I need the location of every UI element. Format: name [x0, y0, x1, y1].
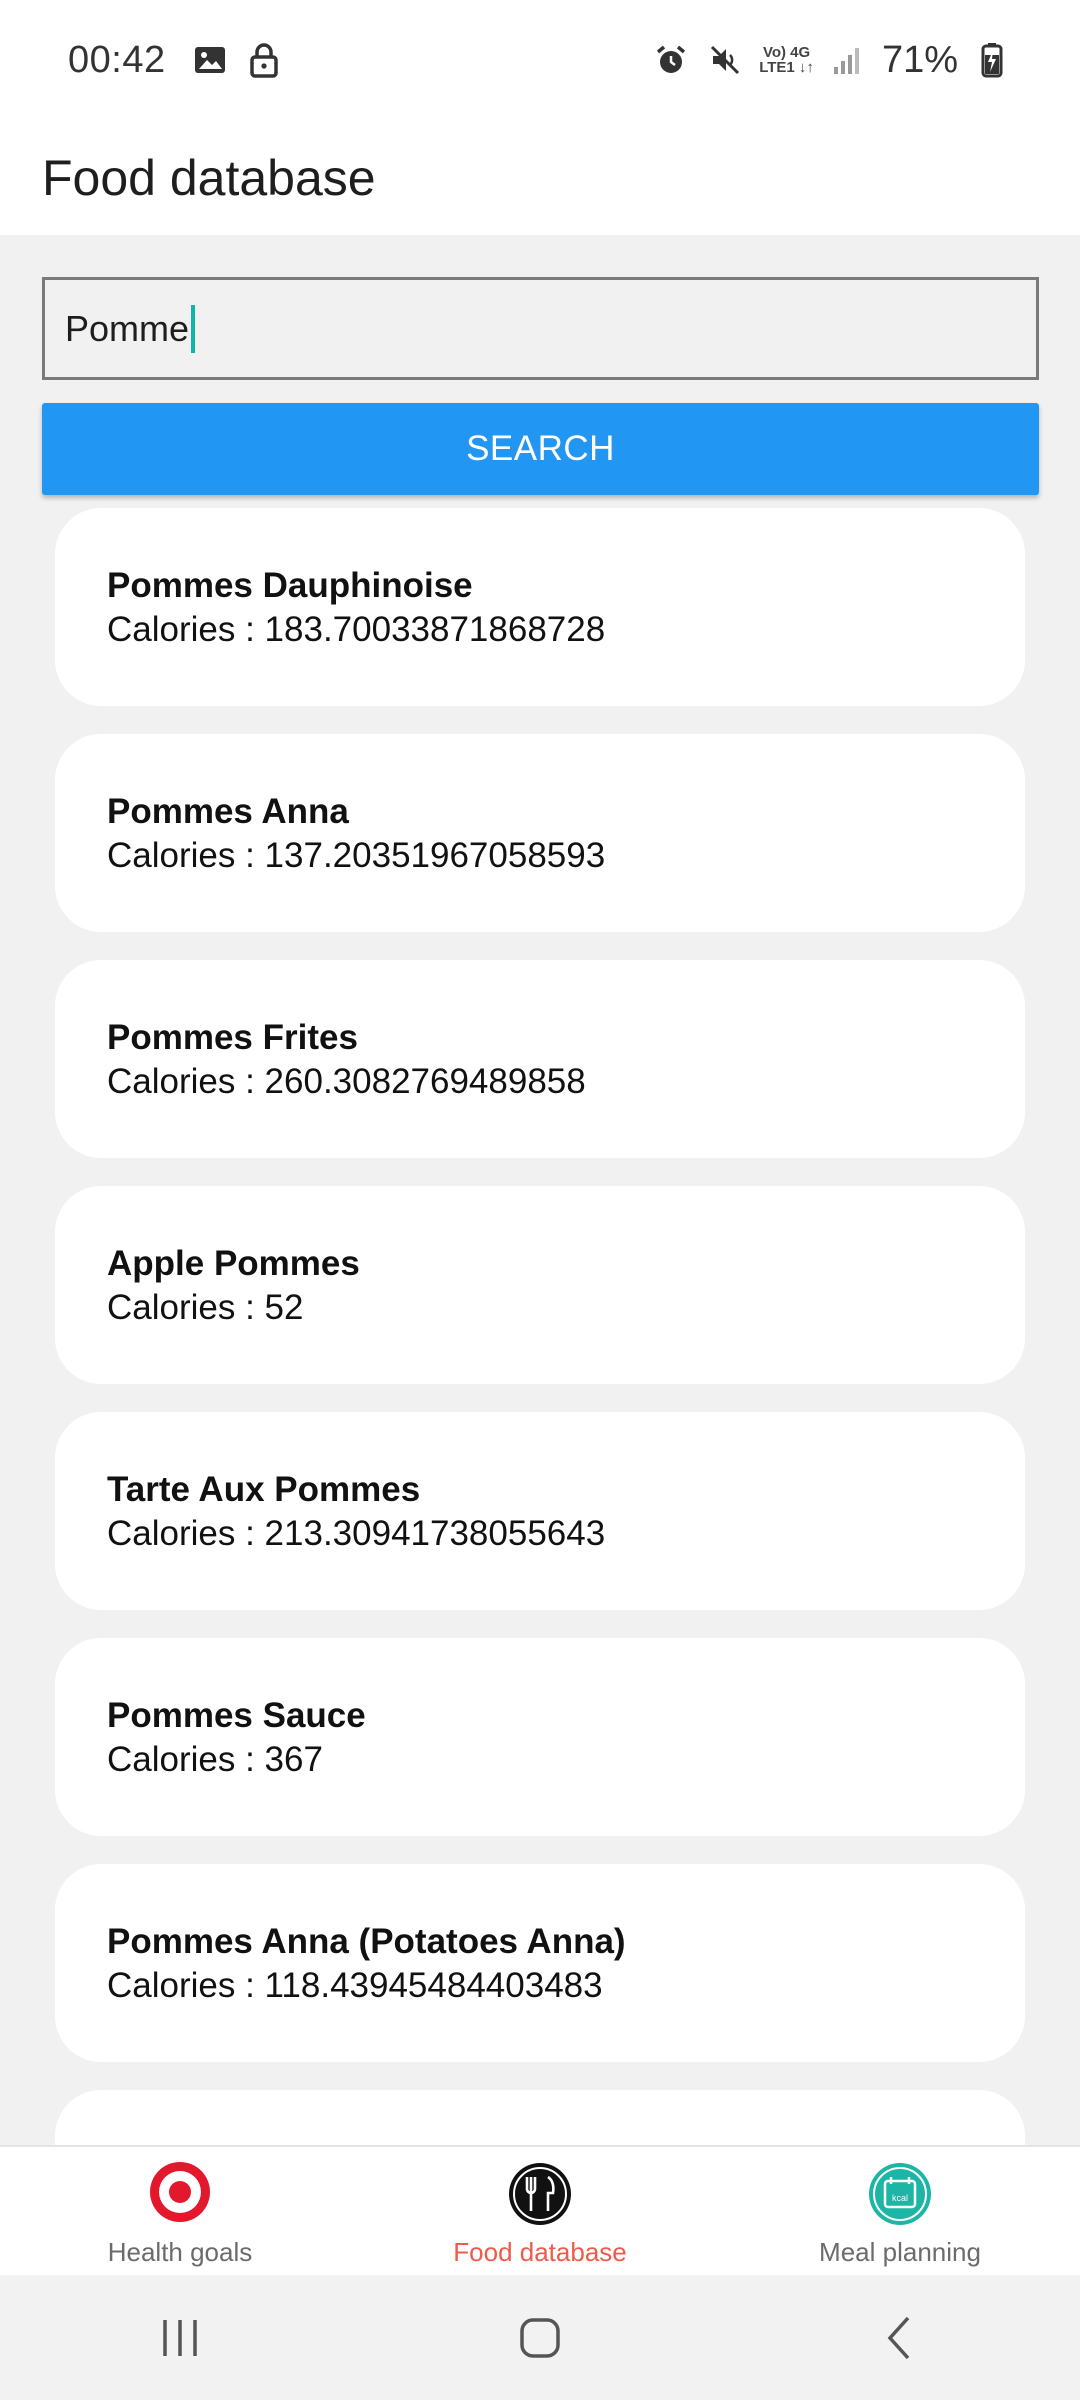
food-result-card[interactable]: Pommes Anna Calories : 137.20351967058593 — [55, 734, 1025, 932]
food-name: Pommes Frites — [107, 1018, 358, 1057]
nav-health-goals[interactable]: Health goals — [0, 2147, 360, 2268]
food-calories: Calories : 367 — [107, 1740, 323, 1779]
food-name: Pommes Anna — [107, 792, 349, 831]
food-calories: Calories : 137.20351967058593 — [107, 836, 606, 875]
signal-icon — [828, 40, 868, 80]
recent-apps-icon — [163, 2319, 197, 2356]
app-bar: Food database — [0, 120, 1080, 235]
food-calories: Calories : 260.3082769489858 — [107, 1062, 586, 1101]
page-title: Food database — [42, 149, 376, 206]
food-name: Pommes Sauce — [107, 1696, 366, 1735]
back-button[interactable] — [840, 2298, 960, 2378]
text-caret — [191, 304, 196, 353]
mute-icon — [705, 40, 745, 80]
network-line-2: LTE1 ↓↑ — [759, 59, 814, 76]
food-result-card[interactable]: Apple Pommes Calories : 52 — [55, 1186, 1025, 1384]
fork-knife-icon — [509, 2163, 571, 2225]
battery-percent: 71% — [881, 38, 958, 81]
food-result-card[interactable]: Pommes Frites Calories : 260.308276948985… — [55, 960, 1025, 1158]
calendar-kcal-text: kcal — [892, 2193, 908, 2203]
recent-apps-button[interactable] — [120, 2298, 240, 2378]
calendar-kcal-icon: kcal — [869, 2163, 931, 2225]
target-icon — [150, 2162, 210, 2222]
network-type-indicator: Vo) 4G LTE1 ↓↑ — [759, 45, 814, 75]
nav-food-database[interactable]: Food database — [360, 2147, 720, 2268]
nav-meal-planning[interactable]: kcal Meal planning — [720, 2147, 1080, 2268]
lock-icon — [244, 40, 284, 80]
nav-label-meal-planning: Meal planning — [819, 2237, 981, 2267]
food-result-card-partial[interactable] — [55, 2090, 1025, 2145]
search-input-value: Pomme — [65, 307, 190, 349]
food-name: Apple Pommes — [107, 1244, 360, 1283]
status-bar-right: Vo) 4G LTE1 ↓↑ 71% — [651, 39, 1012, 82]
search-button[interactable]: SEARCH — [42, 403, 1039, 495]
content-area: Pomme SEARCH Pommes Dauphinoise Calories … — [0, 235, 1080, 2145]
status-bar-left: 00:42 — [68, 39, 284, 82]
food-result-card[interactable]: Pommes Sauce Calories : 367 — [55, 1638, 1025, 1836]
system-navigation-bar — [0, 2275, 1080, 2400]
nav-label-food-database: Food database — [453, 2237, 627, 2267]
food-result-card[interactable]: Tarte Aux Pommes Calories : 213.309417380… — [55, 1412, 1025, 1610]
food-name: Pommes Anna (Potatoes Anna) — [107, 1922, 626, 1961]
alarm-icon — [651, 40, 691, 80]
status-time: 00:42 — [68, 38, 166, 81]
status-bar: 00:42 Vo) 4G LTE1 ↓↑ 71% — [0, 0, 1080, 120]
results-list: Pommes Dauphinoise Calories : 183.7003387… — [55, 508, 1025, 2145]
nav-label-health-goals: Health goals — [107, 2237, 253, 2267]
home-button[interactable] — [480, 2298, 600, 2378]
food-name: Tarte Aux Pommes — [107, 1470, 421, 1509]
search-input[interactable]: Pomme — [42, 277, 1039, 380]
food-calories: Calories : 52 — [107, 1288, 304, 1327]
bottom-navigation: Health goals Food database kcal Meal pla… — [0, 2145, 1080, 2275]
home-icon — [520, 2317, 560, 2358]
food-calories: Calories : 213.30941738055643 — [107, 1514, 606, 1553]
gallery-icon — [190, 40, 230, 80]
food-calories: Calories : 183.70033871868728 — [107, 610, 606, 649]
food-result-card[interactable]: Pommes Anna (Potatoes Anna) Calories : 11… — [55, 1864, 1025, 2062]
food-calories: Calories : 118.43945484403483 — [107, 1966, 603, 2005]
battery-icon — [972, 40, 1012, 80]
food-name: Pommes Dauphinoise — [107, 566, 473, 605]
back-icon — [887, 2316, 910, 2359]
food-result-card[interactable]: Pommes Dauphinoise Calories : 183.7003387… — [55, 508, 1025, 706]
